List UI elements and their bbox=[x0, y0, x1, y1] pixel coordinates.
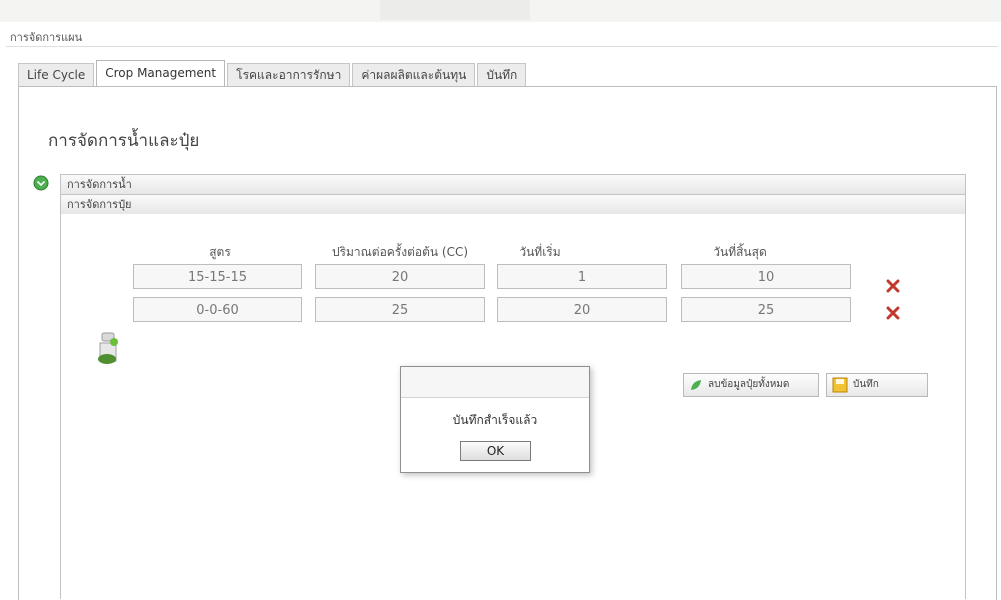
amount-field[interactable]: 20 bbox=[315, 264, 485, 289]
leaf-icon bbox=[691, 380, 701, 390]
dialog-message: บันทึกสำเร็จแล้ว bbox=[452, 413, 538, 427]
add-fertilizer-icon[interactable] bbox=[95, 331, 121, 367]
column-header-formula: สูตร bbox=[209, 245, 231, 259]
section-title: การจัดการน้ำและปุ๋ย bbox=[48, 131, 200, 151]
delete-row-icon[interactable] bbox=[886, 279, 900, 293]
save-disk-icon bbox=[832, 377, 848, 393]
end-day-field[interactable]: 25 bbox=[681, 297, 851, 322]
window-title: การจัดการแผน bbox=[10, 31, 83, 44]
top-bar bbox=[0, 0, 1001, 22]
dialog-titlebar[interactable] bbox=[401, 367, 589, 398]
tab-bar: Life Cycle Crop Management โรคและอาการรั… bbox=[18, 60, 528, 86]
end-day-field[interactable]: 10 bbox=[681, 264, 851, 289]
tab-life-cycle[interactable]: Life Cycle bbox=[18, 63, 95, 86]
accordion-water-header[interactable]: การจัดการน้ำ bbox=[60, 174, 966, 195]
save-button[interactable]: บันทึก bbox=[826, 373, 928, 397]
apply-all-button[interactable]: ลบข้อมูลปุ๋ยทั้งหมด bbox=[683, 373, 819, 397]
tab-cost[interactable]: ค่าผลผลิตและต้นทุน bbox=[352, 63, 476, 86]
save-label: บันทึก bbox=[853, 379, 879, 390]
start-day-field[interactable]: 1 bbox=[497, 264, 667, 289]
title-separator bbox=[6, 46, 998, 47]
formula-field[interactable]: 0-0-60 bbox=[133, 297, 302, 322]
tab-disease[interactable]: โรคและอาการรักษา bbox=[227, 63, 351, 86]
collapse-toggle-icon[interactable] bbox=[33, 175, 49, 191]
tab-crop-management[interactable]: Crop Management bbox=[96, 60, 226, 86]
formula-field[interactable]: 15-15-15 bbox=[133, 264, 302, 289]
apply-all-label: ลบข้อมูลปุ๋ยทั้งหมด bbox=[708, 379, 790, 390]
delete-row-icon[interactable] bbox=[886, 306, 900, 320]
amount-field[interactable]: 25 bbox=[315, 297, 485, 322]
accordion-fertilizer-header[interactable]: การจัดการปุ๋ย bbox=[60, 194, 966, 215]
column-header-end-day: วันที่สิ้นสุด bbox=[713, 245, 767, 259]
column-header-start-day: วันที่เริ่ม bbox=[519, 245, 561, 259]
ok-button[interactable]: OK bbox=[460, 441, 531, 461]
tab-record[interactable]: บันทึก bbox=[477, 63, 527, 86]
start-day-field[interactable]: 20 bbox=[497, 297, 667, 322]
save-success-dialog: บันทึกสำเร็จแล้ว OK bbox=[400, 366, 590, 473]
column-header-amount: ปริมาณต่อครั้งต่อต้น (CC) bbox=[331, 245, 469, 259]
